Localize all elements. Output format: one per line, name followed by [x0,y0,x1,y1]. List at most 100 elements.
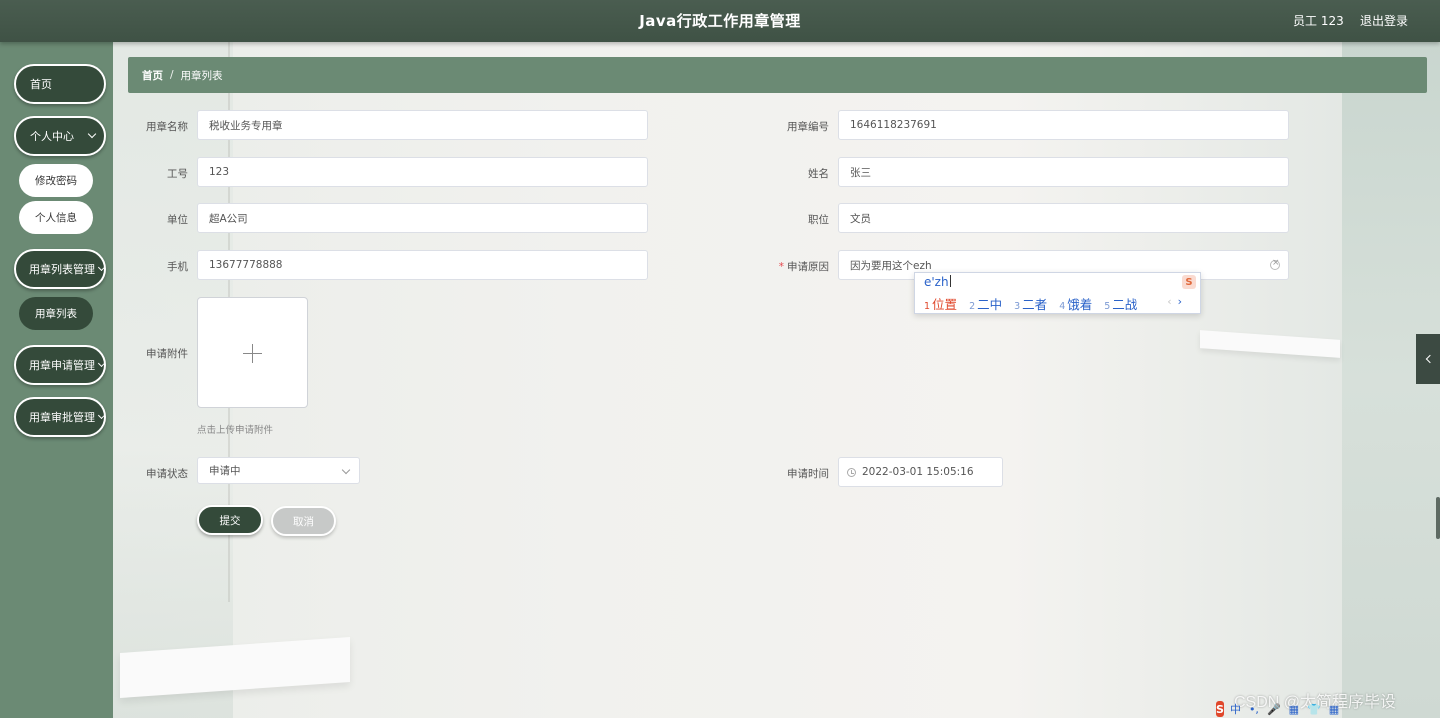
chevron-right-icon[interactable]: › [1178,295,1182,308]
seal-name-value: 税收业务专用章 [209,119,283,132]
ime-lang-indicator[interactable]: 中 [1230,701,1241,717]
unit-value: 超A公司 [209,212,248,225]
position-input[interactable]: 文员 [838,203,1289,233]
logout-link[interactable]: 退出登录 [1360,12,1408,29]
phone-input[interactable]: 13677778888 [197,250,648,280]
app-title: Java行政工作用章管理 [639,12,801,30]
upload-tip: 点击上传申请附件 [197,425,274,436]
sogou-logo-icon: S [1216,701,1224,717]
attachment-label: 申请附件 [146,348,188,360]
ime-candidate[interactable]: 4 饿着 [1059,294,1092,313]
attachment-upload[interactable] [197,297,308,408]
sidebar-item-label: 个人中心 [30,130,74,143]
unit-label: 单位 [167,214,188,226]
ime-candidate-popup: e'zh S 1 位置 2 二中 3 二者 4 饿着 5 二战 ‹ › [914,272,1201,314]
ime-composition-text: e'zh [924,275,949,289]
clear-icon[interactable] [1270,258,1280,270]
sidebar-subitem-label: 修改密码 [35,175,77,187]
skin-icon[interactable]: 👕 [1307,703,1321,716]
status-value: 申请中 [209,465,241,477]
microphone-icon[interactable]: 🎤 [1267,703,1281,716]
ime-candidate[interactable]: 2 二中 [969,294,1002,313]
time-value: 2022-03-01 15:05:16 [862,466,974,478]
status-label: 申请状态 [146,468,188,480]
seal-no-value: 1646118237691 [850,119,937,131]
sidebar-subitem-label: 用章列表 [35,308,77,320]
sidebar-item-seal-approve-mgmt[interactable]: 用章审批管理 [14,397,106,437]
reason-value: 因为要用这个ezh [850,259,932,272]
text-caret [949,275,951,287]
seal-no-label: 用章编号 [787,121,829,133]
chevron-down-icon [87,129,97,139]
ime-composition: e'zh [924,275,951,289]
unit-input[interactable]: 超A公司 [197,203,648,233]
ime-candidate-text: 二战 [1112,297,1138,312]
time-picker[interactable]: 2022-03-01 15:05:16 [838,457,1003,487]
sidebar-item-label: 用章列表管理 [29,263,95,276]
current-user: 员工 123 [1293,14,1344,28]
seal-name-label: 用章名称 [146,121,188,133]
sidebar-item-label: 用章申请管理 [29,359,95,372]
seal-name-input[interactable]: 税收业务专用章 [197,110,648,140]
top-header: Java行政工作用章管理 员工 123 退出登录 [0,0,1440,42]
ime-candidate-text: 饿着 [1067,297,1093,312]
ime-candidate-num: 2 [969,301,976,312]
emp-no-input[interactable]: 123 [197,157,648,187]
chevron-down-icon [97,359,104,368]
chevron-down-icon [97,411,104,420]
emp-no-label: 工号 [167,168,188,180]
sidebar-item-seal-list-mgmt[interactable]: 用章列表管理 [14,249,106,289]
sogou-logo-icon: S [1182,275,1196,289]
emp-no-value: 123 [209,166,230,178]
breadcrumb: 首页 / 用章列表 [128,57,1427,93]
reason-label-text: 申请原因 [787,261,829,273]
status-select[interactable]: 申请中 [197,457,360,484]
breadcrumb-home[interactable]: 首页 [142,68,163,83]
sidebar-subitem-change-password[interactable]: 修改密码 [19,164,93,197]
chevron-down-icon [341,465,351,475]
chevron-left-icon [1425,354,1434,364]
sidebar-item-label: 首页 [30,78,52,91]
sidebar-subitem-personal-info[interactable]: 个人信息 [19,201,93,234]
scrollbar-handle[interactable] [1436,497,1440,539]
ime-candidate[interactable]: 1 位置 [924,294,957,313]
breadcrumb-current: 用章列表 [180,69,223,82]
ime-candidate[interactable]: 5 二战 [1104,294,1137,313]
chevron-left-icon[interactable]: ‹ [1167,295,1171,308]
plus-icon-vertical [252,344,253,363]
punctuation-icon[interactable]: •, [1249,703,1259,716]
clock-icon [847,468,856,477]
ime-candidate-num: 3 [1014,301,1021,312]
ime-candidate-num: 1 [924,301,931,312]
reason-label: * 申请原因 [739,259,829,274]
seal-no-input[interactable]: 1646118237691 [838,110,1289,140]
sidebar-subitem-label: 个人信息 [35,212,77,224]
ime-candidate-text: 位置 [932,297,958,312]
ime-page-nav: ‹ › [1167,295,1182,308]
required-marker: * [778,261,784,273]
name-value: 张三 [850,166,871,179]
sidebar-item-label: 用章审批管理 [29,411,95,424]
sidebar-item-personal[interactable]: 个人中心 [14,116,106,156]
position-label: 职位 [808,214,829,226]
name-input[interactable]: 张三 [838,157,1289,187]
name-label: 姓名 [808,168,829,180]
sidebar-item-seal-apply-mgmt[interactable]: 用章申请管理 [14,345,106,385]
time-label: 申请时间 [787,468,829,480]
ime-candidate-num: 4 [1059,301,1066,312]
position-value: 文员 [850,212,871,225]
ime-candidate-list: 1 位置 2 二中 3 二者 4 饿着 5 二战 [924,294,1149,313]
tools-icon[interactable]: ▦ [1329,703,1339,716]
cancel-button[interactable]: 取消 [271,506,336,536]
sidebar-item-home[interactable]: 首页 [14,64,106,104]
ime-candidate[interactable]: 3 二者 [1014,294,1047,313]
ime-candidate-num: 5 [1104,301,1111,312]
keyboard-icon[interactable]: ▦ [1289,703,1299,716]
sidebar-subitem-seal-list[interactable]: 用章列表 [19,297,93,330]
collapse-panel-button[interactable] [1416,334,1440,384]
submit-button[interactable]: 提交 [197,505,263,535]
background-shelf-right [1200,330,1340,358]
ime-candidate-text: 二中 [977,297,1003,312]
breadcrumb-separator: / [170,69,174,81]
phone-value: 13677778888 [209,259,283,271]
